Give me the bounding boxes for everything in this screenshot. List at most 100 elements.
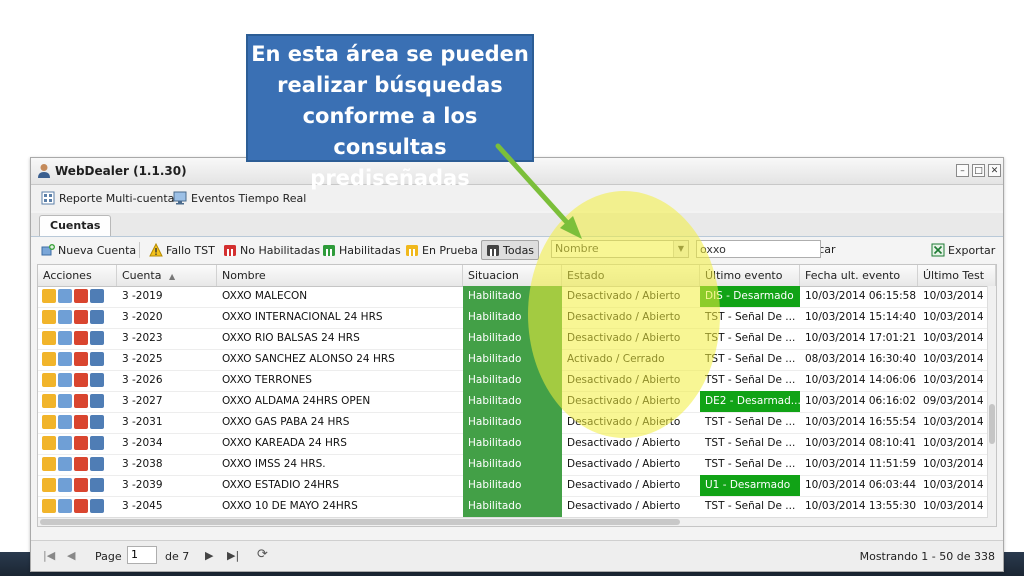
edit-icon[interactable] [42,478,56,492]
close-button[interactable]: ✕ [988,164,1001,177]
cell-situacion: Habilitado [463,370,562,391]
first-page-icon[interactable]: |◀ [43,549,55,562]
add-zone-icon[interactable] [58,394,72,408]
column-header-nombre[interactable]: Nombre [217,265,463,286]
add-zone-icon[interactable] [58,373,72,387]
table-row[interactable]: 3 -2038 OXXO IMSS 24 HRS. Habilitado Desact… [38,454,988,476]
add-zone-icon[interactable] [58,415,72,429]
horizontal-scroll-thumb[interactable] [40,519,680,525]
table-row[interactable]: 3 -2031 OXXO GAS PABA 24 HRS Habilitado Des… [38,412,988,434]
en-prueba-button[interactable]: En Prueba [405,243,478,257]
edit-icon[interactable] [42,394,56,408]
table-row[interactable]: 3 -2023 OXXO RIO BALSAS 24 HRS Habilitado D… [38,328,988,350]
alarm-icon[interactable] [74,373,88,387]
next-page-icon[interactable]: ▶ [205,549,213,562]
detail-icon[interactable] [90,310,104,324]
detail-icon[interactable] [90,499,104,513]
table-row[interactable]: 3 -2020 OXXO INTERNACIONAL 24 HRS Habilita… [38,307,988,329]
todas-button[interactable]: Todas [481,240,540,260]
no-habilitadas-button[interactable]: No Habilitadas [223,243,320,257]
alarm-icon[interactable] [74,415,88,429]
horizontal-scrollbar[interactable] [38,517,988,526]
add-zone-icon[interactable] [58,289,72,303]
edit-icon[interactable] [42,457,56,471]
detail-icon[interactable] [90,373,104,387]
table-row[interactable]: 3 -2039 OXXO ESTADIO 24HRS Habilitado Desac… [38,475,988,497]
table-row[interactable]: 3 -2019 OXXO MALECON Habilitado Desactivado… [38,286,988,308]
fallo-tst-label: Fallo TST [166,243,215,257]
detail-icon[interactable] [90,478,104,492]
table-row[interactable]: 3 -2034 OXXO KAREADA 24 HRS Habilitado Desa… [38,433,988,455]
detail-icon[interactable] [90,457,104,471]
add-zone-icon[interactable] [58,478,72,492]
multi-account-report-button[interactable]: Reporte Multi-cuenta [41,191,174,205]
maximize-button[interactable]: □ [972,164,985,177]
alarm-icon[interactable] [74,310,88,324]
alarm-icon[interactable] [74,478,88,492]
edit-icon[interactable] [42,352,56,366]
column-header-ultimo-evento[interactable]: Último evento [700,265,800,286]
cell-evento: TST - Señal De ... [705,458,796,470]
cell-fecha: 10/03/2014 06:16:02 [805,395,917,407]
table-row[interactable]: 3 -2045 OXXO 10 DE MAYO 24HRS Habilitado De… [38,496,988,518]
last-page-icon[interactable]: ▶| [227,549,239,562]
add-zone-icon[interactable] [58,352,72,366]
alarm-icon[interactable] [74,352,88,366]
edit-icon[interactable] [42,415,56,429]
table-row[interactable]: 3 -2025 OXXO SANCHEZ ALONSO 24 HRS Habilit… [38,349,988,371]
add-zone-icon[interactable] [58,499,72,513]
refresh-icon[interactable]: ⟳ [257,547,268,562]
edit-icon[interactable] [42,310,56,324]
add-zone-icon[interactable] [58,457,72,471]
column-header-situacion[interactable]: Situacion [463,265,562,286]
column-header-ultimo-test[interactable]: Último Test [918,265,996,286]
cell-cuenta: 3 -2019 [122,290,163,302]
alarm-icon[interactable] [74,289,88,303]
vertical-scrollbar[interactable] [987,286,996,526]
detail-icon[interactable] [90,394,104,408]
alarm-icon[interactable] [74,457,88,471]
cell-test: 10/03/2014 1 [923,437,988,449]
export-button[interactable]: Exportar [931,243,995,257]
vertical-scroll-thumb[interactable] [989,404,995,444]
cell-evento: TST - Señal De ... [705,416,796,428]
minimize-button[interactable]: – [956,164,969,177]
edit-icon[interactable] [42,373,56,387]
detail-icon[interactable] [90,289,104,303]
row-actions [42,289,104,303]
table-row[interactable]: 3 -2026 OXXO TERRONES Habilitado Desactivad… [38,370,988,392]
edit-icon[interactable] [42,499,56,513]
detail-icon[interactable] [90,352,104,366]
tab-cuentas[interactable]: Cuentas [39,215,112,236]
detail-icon[interactable] [90,331,104,345]
alarm-icon[interactable] [74,436,88,450]
fallo-tst-button[interactable]: Fallo TST [149,243,215,257]
table-row[interactable]: 3 -2027 OXXO ALDAMA 24HRS OPEN Habilitado D… [38,391,988,413]
search-input[interactable] [696,240,821,258]
new-account-button[interactable]: Nueva Cuenta [41,243,136,257]
cell-estado: Desactivado / Abierto [567,479,681,491]
column-header-cuenta[interactable]: Cuenta ▲ [117,265,217,286]
alarm-icon[interactable] [74,331,88,345]
add-zone-icon[interactable] [58,310,72,324]
detail-icon[interactable] [90,436,104,450]
add-zone-icon[interactable] [58,436,72,450]
search-field-select[interactable]: Nombre ▼ [551,240,689,258]
column-header-fecha-ult-evento[interactable]: Fecha ult. evento [800,265,918,286]
chevron-down-icon[interactable]: ▼ [673,241,688,257]
page-input[interactable]: 1 [127,546,157,564]
callout-line-1: En esta área se pueden [251,42,529,66]
column-header-acciones[interactable]: Acciones [38,265,117,286]
alarm-icon[interactable] [74,499,88,513]
alarm-icon[interactable] [74,394,88,408]
detail-icon[interactable] [90,415,104,429]
edit-icon[interactable] [42,289,56,303]
habilitadas-button[interactable]: Habilitadas [322,243,401,257]
pagination-status: Mostrando 1 - 50 de 338 [859,550,995,563]
edit-icon[interactable] [42,436,56,450]
column-header-estado[interactable]: Estado [562,265,700,286]
toolbar-divider [139,242,140,258]
prev-page-icon[interactable]: ◀ [67,549,75,562]
add-zone-icon[interactable] [58,331,72,345]
edit-icon[interactable] [42,331,56,345]
